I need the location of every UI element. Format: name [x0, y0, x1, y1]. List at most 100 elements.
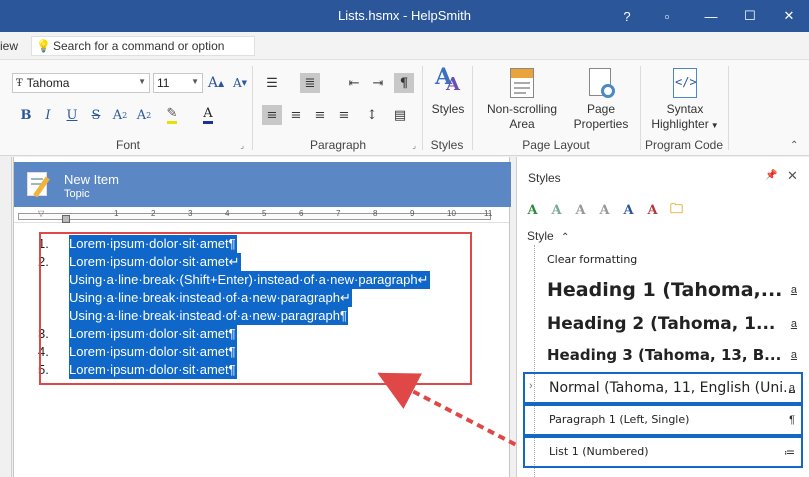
font-size-value: 11 — [157, 76, 170, 90]
subscript-icon[interactable]: A2 — [110, 105, 130, 125]
increase-indent-icon[interactable]: ⇥ — [368, 73, 388, 93]
selected-text[interactable]: Lorem·ipsum·dolor·sit·amet¶ — [69, 235, 237, 253]
page-properties-icon — [586, 68, 616, 98]
style-type-icon: a — [790, 317, 797, 330]
styles-button-label: Styles — [431, 102, 465, 116]
style-name: List 1 (Numbered) — [549, 445, 649, 459]
ruler[interactable]: 123456789101112 ▽ — [14, 209, 530, 223]
collapse-ribbon-icon[interactable]: ⌃ — [790, 140, 798, 151]
ruler-number: 1 — [114, 209, 119, 218]
styles-group-label: Styles — [430, 138, 464, 152]
highlight-icon[interactable]: ✎ — [162, 105, 182, 125]
edit-style-icon[interactable]: A — [595, 201, 614, 220]
style-item[interactable]: Paragraph 1 (Left, Single) ¶ — [523, 404, 803, 436]
numbering-icon[interactable]: ≣ — [300, 73, 320, 93]
superscript-icon[interactable]: A2 — [134, 105, 154, 125]
apply-style-icon[interactable]: A — [619, 201, 638, 220]
selected-text[interactable]: Using·a·line·break·instead·of·a·new·para… — [69, 289, 352, 307]
styles-group: A A Styles Styles — [424, 60, 470, 156]
list-number: 3. — [38, 326, 49, 341]
font-dialog-launcher-icon[interactable]: ⌟ — [240, 141, 244, 150]
selected-text[interactable]: Lorem·ipsum·dolor·sit·amet¶ — [69, 361, 237, 379]
group-separator — [640, 66, 641, 150]
non-scrolling-area-button[interactable]: Non-scrolling Area — [480, 68, 564, 132]
restore-ribbon-icon[interactable]: ▫ — [650, 0, 684, 32]
style-name: Clear formatting — [547, 253, 638, 267]
selected-text[interactable]: Using·a·line·break·instead·of·a·new·para… — [69, 307, 348, 325]
align-right-icon[interactable]: ≡ — [310, 105, 330, 125]
show-marks-icon[interactable]: ¶ — [394, 73, 414, 93]
italic-icon[interactable]: I — [38, 105, 58, 125]
styles-toolbar: A A A A A A 🗀 — [523, 201, 686, 221]
align-left-icon[interactable]: ≡ — [262, 105, 282, 125]
paragraph-group: ☰ ≣ ⇤ ⇥ ¶ ≡ ≡ ≡ ≡ ↕ ▤ Paragraph ⌟ — [256, 60, 420, 156]
page-properties-button[interactable]: Page Properties — [570, 68, 632, 132]
strikethrough-icon[interactable]: S — [86, 105, 106, 125]
style-name: Normal (Tahoma, 11, English (Uni... — [549, 379, 797, 396]
shrink-font-icon[interactable]: A ▼ — [230, 73, 250, 93]
selected-text[interactable]: Lorem·ipsum·dolor·sit·amet↵ — [69, 253, 241, 271]
topic-edit-icon — [27, 170, 53, 198]
topic-editor: New Item Topic 123456789101112 ▽ 1.Lorem… — [13, 157, 530, 477]
tab-and-search-row: iew 💡 Search for a command or option — [0, 32, 809, 60]
group-separator — [252, 66, 253, 150]
maximize-button[interactable]: ☐ — [733, 0, 767, 32]
selected-text[interactable]: Lorem·ipsum·dolor·sit·amet¶ — [69, 325, 237, 343]
font-size-select[interactable]: 11 ▼ — [153, 73, 203, 93]
title-bar: Lists.hsmx - HelpSmith ? ▫ — ☐ ✕ — [0, 0, 809, 32]
left-collapsed-pane — [0, 157, 12, 477]
pin-icon[interactable]: 📌 — [765, 170, 777, 181]
sort-label: Style — [527, 229, 554, 243]
font-family-select[interactable]: Ŧ Tahoma ▼ — [12, 73, 150, 93]
style-item[interactable]: Heading 1 (Tahoma,... a — [523, 275, 803, 309]
tab-view[interactable]: iew — [0, 39, 18, 53]
style-item[interactable]: Clear formatting — [523, 253, 803, 271]
justify-icon[interactable]: ≡ — [334, 105, 354, 125]
ruler-number: 8 — [373, 209, 378, 218]
align-center-icon[interactable]: ≡ — [286, 105, 306, 125]
code-page-icon: </> — [670, 68, 700, 98]
help-icon[interactable]: ? — [610, 0, 644, 32]
selected-text[interactable]: Using·a·line·break·(Shift+Enter)·instead… — [69, 271, 430, 289]
list-number: 1. — [38, 236, 49, 251]
styles-button[interactable]: A A Styles — [428, 66, 468, 117]
style-item[interactable]: Heading 3 (Tahoma, 13, B... a — [523, 343, 803, 371]
chevron-down-icon: ▼ — [710, 121, 719, 130]
style-item[interactable]: Heading 2 (Tahoma, 1... a — [523, 311, 803, 341]
bullets-icon[interactable]: ☰ — [262, 73, 282, 93]
sort-by-style[interactable]: Style ⌃ — [527, 229, 569, 243]
duplicate-style-icon[interactable]: A — [571, 201, 590, 220]
ruler-number: 6 — [299, 209, 304, 218]
ruler-bar — [18, 213, 491, 220]
new-paragraph-style-icon[interactable]: A — [547, 201, 566, 220]
indent-marker-icon[interactable] — [62, 215, 70, 223]
command-search-input[interactable]: 💡 Search for a command or option — [31, 36, 255, 56]
ruler-number: 2 — [151, 209, 156, 218]
paragraph-dialog-launcher-icon[interactable]: ⌟ — [412, 141, 416, 150]
program-code-group-label: Program Code — [644, 138, 724, 152]
syntax-highlighter-button[interactable]: </> Syntax Highlighter ▼ — [646, 68, 724, 133]
decrease-indent-icon[interactable]: ⇤ — [344, 73, 364, 93]
first-line-indent-icon[interactable]: ▽ — [38, 209, 44, 218]
delete-style-icon[interactable]: A — [643, 201, 662, 220]
underline-icon[interactable]: U — [62, 105, 82, 125]
selected-text[interactable]: Lorem·ipsum·dolor·sit·amet¶ — [69, 343, 237, 361]
close-icon[interactable]: ✕ — [787, 168, 798, 184]
paragraph-settings-icon[interactable]: ▤ — [390, 105, 410, 125]
bold-icon[interactable]: B — [16, 105, 36, 125]
page-layout-group-label: Page Layout — [522, 138, 590, 152]
page-properties-label-line1: Page — [586, 102, 616, 116]
close-button[interactable]: ✕ — [772, 0, 806, 32]
style-item[interactable]: List 1 (Numbered) ≔ — [523, 436, 803, 468]
line-spacing-icon[interactable]: ↕ — [362, 105, 382, 125]
group-separator — [422, 66, 423, 150]
font-color-icon[interactable]: A — [198, 105, 218, 125]
style-item[interactable]: › Normal (Tahoma, 11, English (Uni... a — [523, 372, 803, 404]
new-style-icon[interactable]: A — [523, 201, 542, 220]
open-folder-icon[interactable]: 🗀 — [667, 201, 686, 220]
topic-name: New Item — [64, 172, 119, 187]
grow-font-icon[interactable]: A ▲ — [206, 73, 226, 93]
non-scrolling-label-line1: Non-scrolling — [486, 102, 558, 116]
minimize-button[interactable]: — — [694, 0, 728, 32]
styles-list: Clear formatting Heading 1 (Tahoma,... a He… — [523, 245, 809, 477]
